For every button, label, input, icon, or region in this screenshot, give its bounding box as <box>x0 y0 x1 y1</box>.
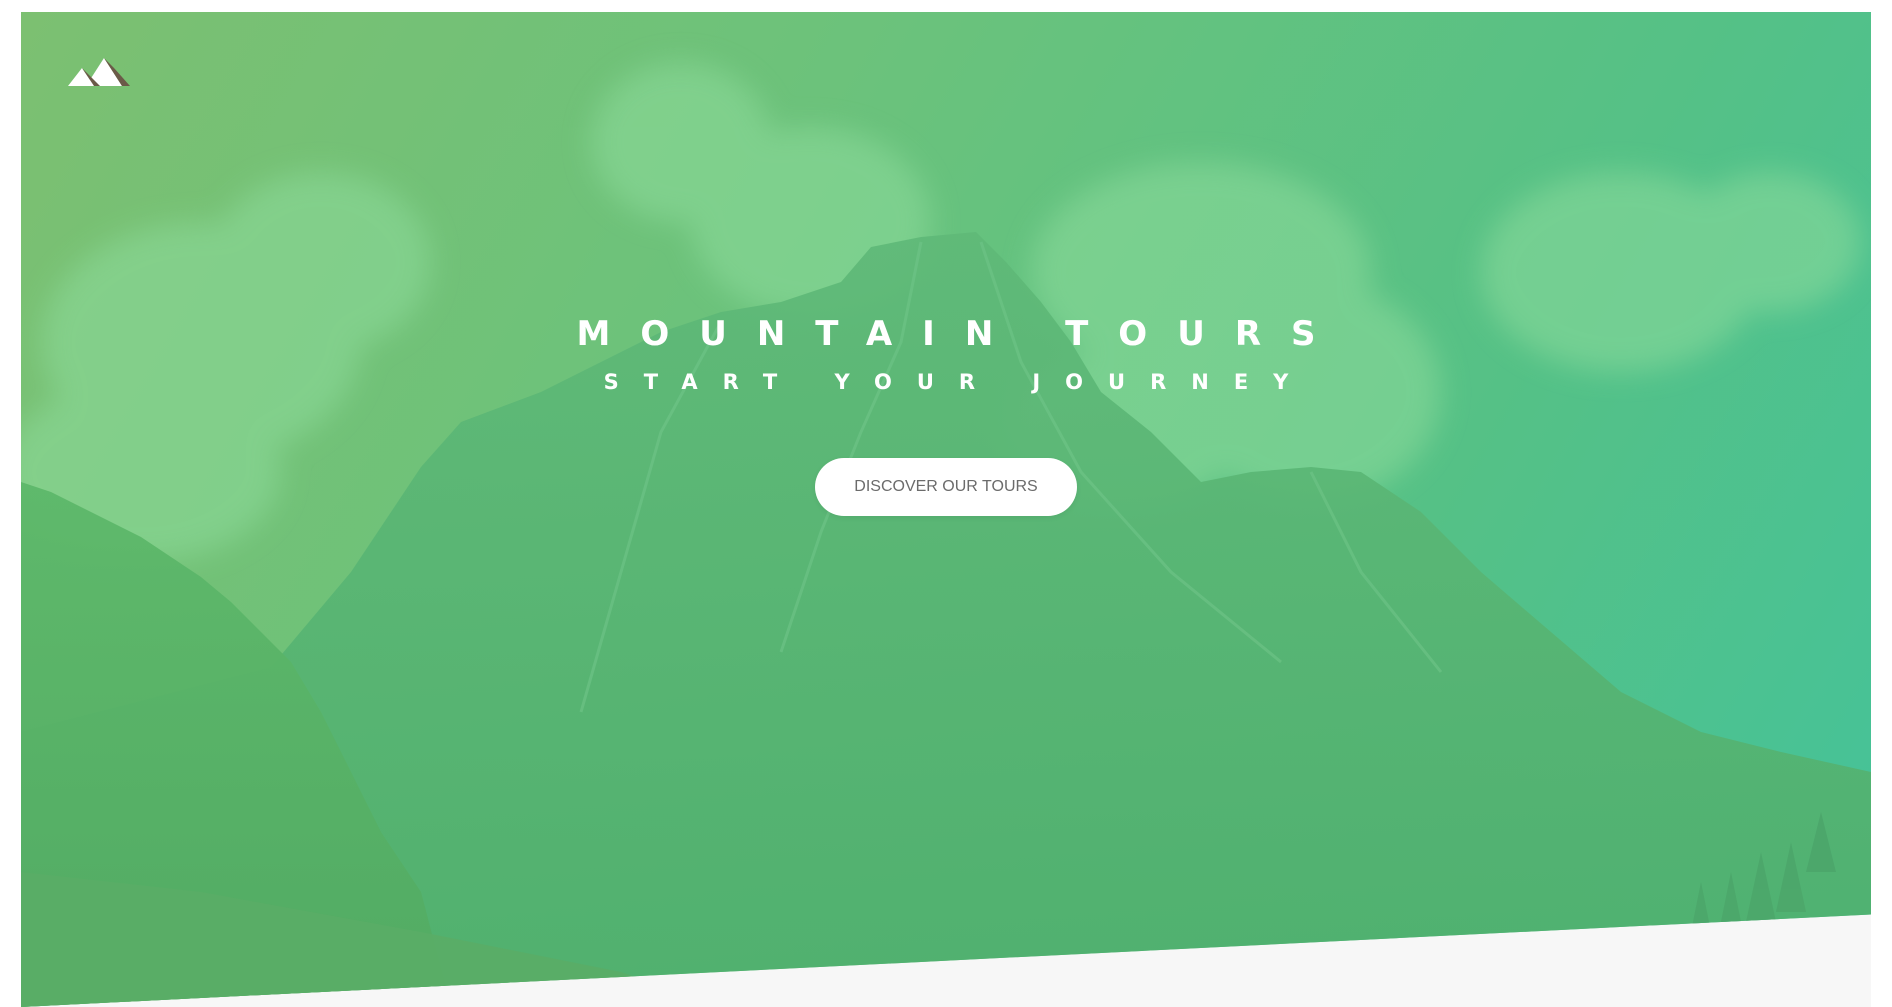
hero-header: MOUNTAIN TOURS START YOUR JOURNEY DISCOV… <box>21 12 1871 1007</box>
page: MOUNTAIN TOURS START YOUR JOURNEY DISCOV… <box>0 0 1892 1007</box>
site-logo[interactable] <box>66 56 130 88</box>
site-viewport: MOUNTAIN TOURS START YOUR JOURNEY DISCOV… <box>21 12 1871 1007</box>
mountain-logo-icon <box>68 58 130 86</box>
hero-text-box: MOUNTAIN TOURS START YOUR JOURNEY <box>21 312 1871 396</box>
hero-subtitle: START YOUR JOURNEY <box>603 370 1314 394</box>
discover-tours-button[interactable]: DISCOVER OUR TOURS <box>815 458 1077 516</box>
hero-heading: MOUNTAIN TOURS START YOUR JOURNEY <box>21 312 1871 396</box>
hero-title: MOUNTAIN TOURS <box>576 314 1346 354</box>
